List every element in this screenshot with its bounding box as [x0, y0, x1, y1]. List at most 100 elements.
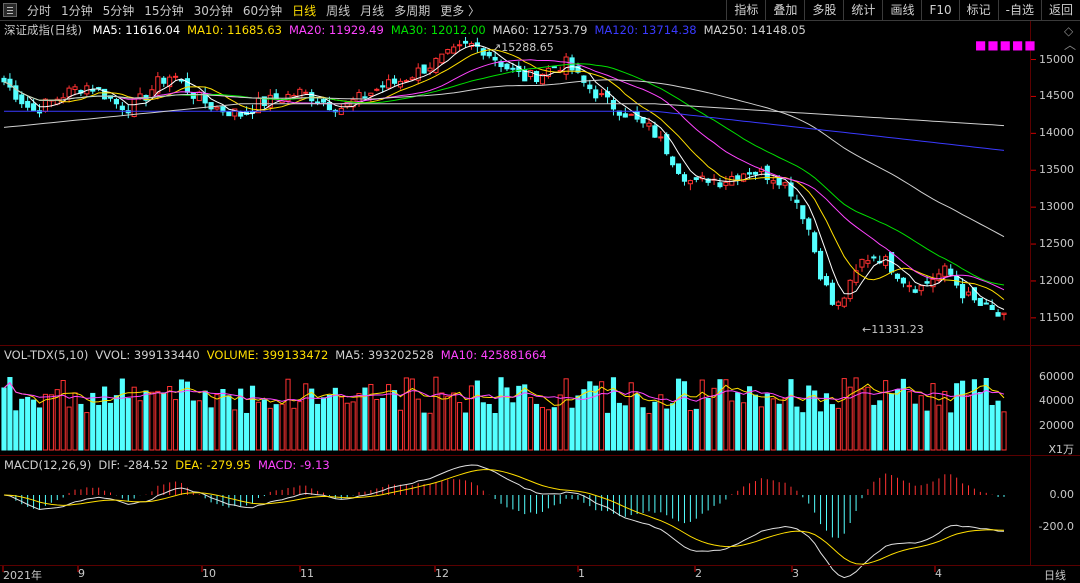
volume-bar — [60, 380, 66, 451]
candle-body — [409, 77, 415, 81]
x-tick-label: 1 — [578, 567, 585, 580]
legend-item: VOLUME: 399133472 — [206, 348, 329, 362]
candle-body — [817, 250, 824, 280]
stock-chart-canvas[interactable] — [0, 0, 1080, 582]
candle-body — [806, 218, 812, 230]
volume-bar — [374, 399, 380, 451]
candle-body — [72, 86, 78, 90]
volume-bar — [640, 407, 646, 451]
candle-body — [894, 273, 901, 279]
volume-bar — [391, 390, 398, 451]
candle-body — [66, 87, 72, 98]
dea-line — [3, 469, 1005, 565]
candle-body — [770, 180, 776, 184]
legend-item: MA10: 11685.63 — [187, 23, 282, 37]
candle-body — [25, 100, 31, 108]
volume-bar — [670, 403, 676, 451]
candle-body — [445, 49, 451, 54]
volume-bar — [66, 406, 72, 451]
candle-body — [800, 205, 806, 220]
volume-bar — [758, 406, 764, 451]
volume-bar — [705, 398, 711, 451]
candle-body — [374, 88, 380, 91]
volume-bar — [397, 409, 404, 451]
candle-body — [528, 69, 534, 78]
volume-bar — [699, 379, 705, 451]
candle-body — [320, 99, 327, 103]
y-tick-label: 14000 — [1039, 126, 1074, 140]
volume-bar — [841, 378, 847, 451]
candle-body — [841, 297, 847, 307]
vol-legend: VOL-TDX(5,10) VVOL: 399133440 VOLUME: 3991… — [4, 348, 554, 362]
legend-item: MA5: 11616.04 — [92, 23, 181, 37]
volume-bar — [894, 389, 901, 451]
volume-bar — [989, 404, 995, 451]
volume-bar — [776, 403, 782, 451]
candle-body — [214, 106, 220, 110]
candle-body — [462, 40, 469, 44]
candle-body — [883, 256, 889, 266]
x-tick-label: 11 — [300, 567, 314, 580]
high-price-label: ↗15288.65 — [492, 41, 554, 54]
volume-bar — [539, 406, 546, 451]
candle-body — [391, 78, 398, 84]
vol-tick-label: 40000 — [1039, 394, 1074, 408]
volume-bar — [770, 398, 776, 451]
volume-bar — [356, 393, 362, 451]
pin-icon[interactable]: ■■■■■ — [975, 38, 1037, 52]
volume-bar — [261, 399, 267, 451]
volume-bar — [735, 392, 741, 451]
volume-bar — [137, 400, 143, 451]
candle-body — [989, 305, 995, 311]
candle-body — [847, 279, 853, 300]
candle-body — [906, 285, 912, 288]
macd-tick-label: 0.00 — [1049, 488, 1075, 501]
candle-body — [681, 174, 688, 182]
volume-bar — [918, 395, 924, 451]
candle-body — [303, 91, 309, 94]
volume-bar — [829, 404, 835, 451]
y-tick-label: 14500 — [1039, 89, 1074, 103]
volume-bar — [332, 387, 338, 451]
up-arrow-icon[interactable]: ︿ — [1064, 39, 1076, 51]
candle-body — [533, 71, 540, 83]
x-tick-label: 3 — [792, 567, 799, 580]
volume-bar — [960, 380, 966, 451]
main-title: 深证成指(日线) — [4, 23, 82, 37]
volume-bar — [800, 412, 806, 451]
candle-body — [746, 172, 753, 175]
candle-body — [19, 94, 25, 105]
legend-item: MA60: 12753.79 — [492, 23, 588, 37]
ma-line — [3, 103, 1005, 128]
volume-bar — [652, 401, 658, 451]
volume-bar — [806, 385, 812, 451]
volume-bar — [232, 409, 238, 451]
volume-bar — [113, 395, 119, 451]
volume-bar — [889, 393, 895, 451]
panel-divider — [0, 455, 1080, 456]
macd-tick-label: -200.0 — [1038, 520, 1074, 533]
candle-body — [687, 180, 693, 185]
candle-body — [859, 258, 865, 268]
legend-item: MA10: 425881664 — [440, 348, 547, 362]
volume-bar — [569, 407, 575, 451]
volume-bar — [380, 397, 386, 451]
candle-body — [610, 99, 617, 110]
volume-bar — [764, 393, 770, 451]
diamond-icon[interactable]: ◇ — [1064, 25, 1074, 37]
volume-bar — [995, 400, 1001, 451]
volume-bar — [315, 403, 321, 451]
volume-bar — [208, 407, 214, 451]
volume-bar — [675, 378, 682, 451]
volume-bar — [551, 407, 557, 451]
volume-bar — [646, 412, 652, 451]
legend-item: MA30: 12012.00 — [390, 23, 486, 37]
candle-body — [297, 88, 303, 100]
candle-body — [646, 122, 652, 127]
volume-bar — [184, 381, 191, 451]
candle-body — [427, 67, 433, 72]
volume-bar — [119, 378, 125, 451]
volume-bar — [84, 412, 90, 451]
volume-bar — [622, 405, 628, 451]
ma-line — [4, 110, 1005, 151]
